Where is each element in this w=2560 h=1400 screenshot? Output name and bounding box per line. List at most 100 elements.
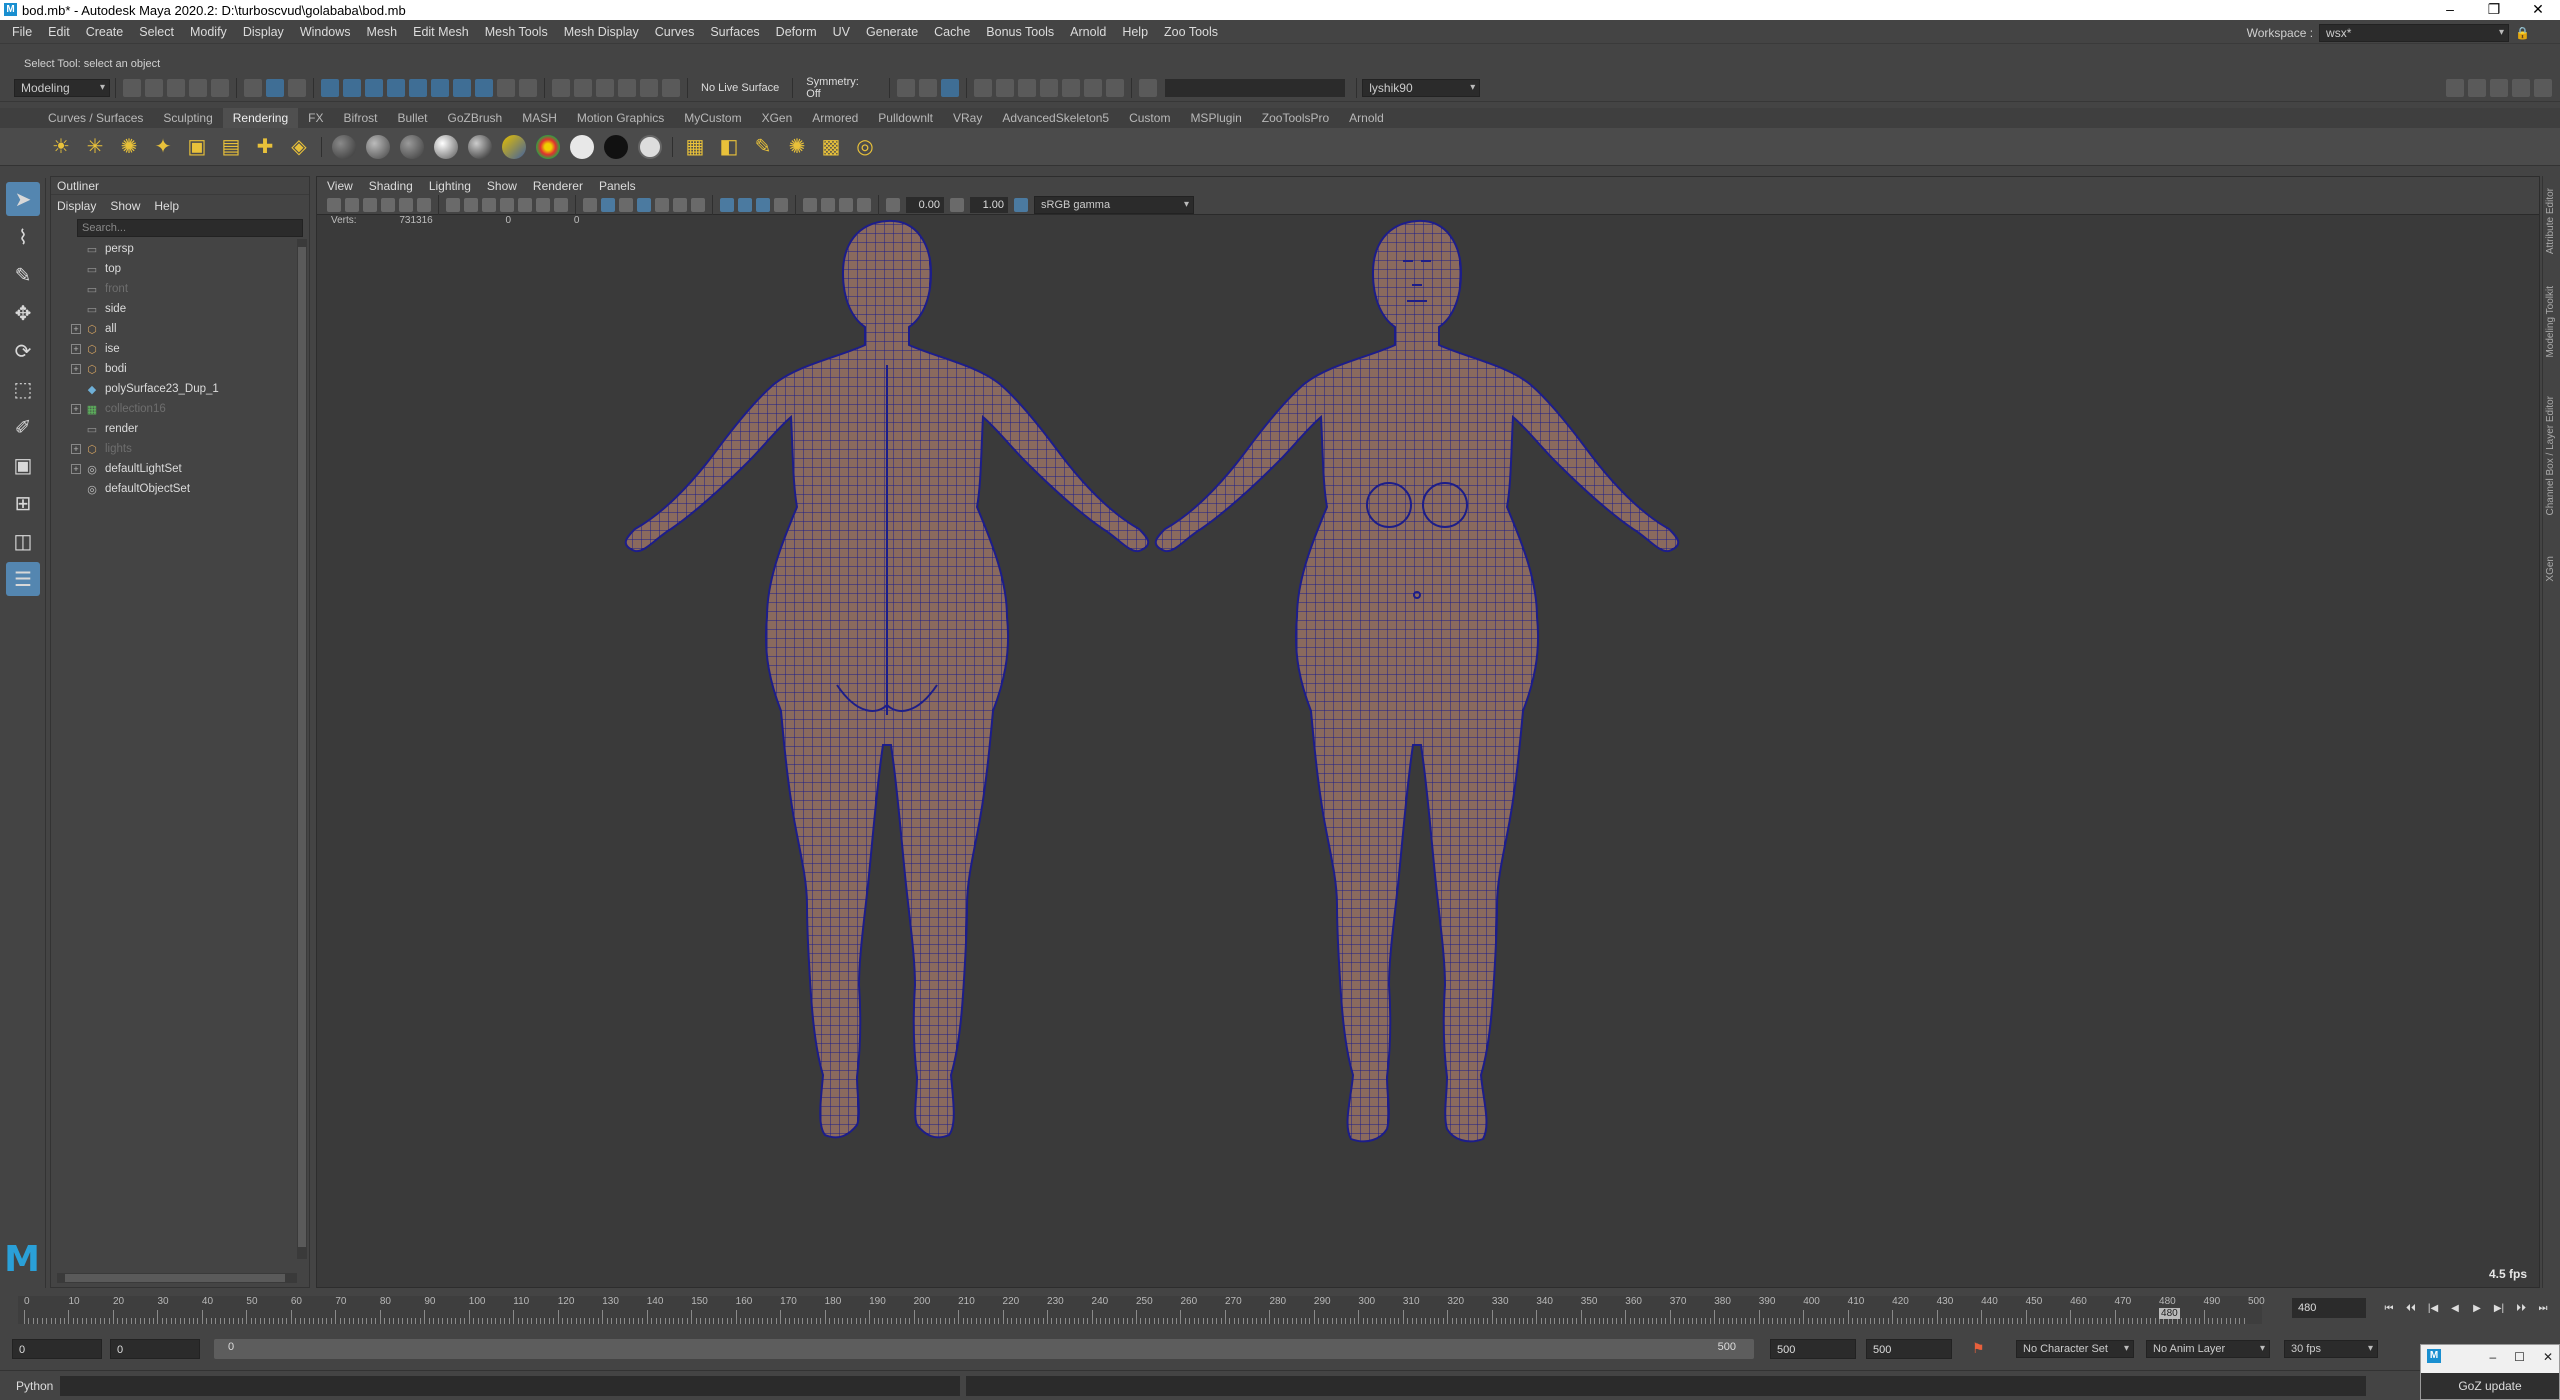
step-forward-key-button[interactable]: ⏵⏵ — [2510, 1298, 2532, 1320]
command-language-toggle[interactable]: Python — [16, 1379, 53, 1393]
shelf-tab-bullet[interactable]: Bullet — [387, 108, 437, 128]
menu-cache[interactable]: Cache — [926, 20, 978, 44]
anim-layer-dropdown[interactable]: No Anim Layer — [2146, 1340, 2270, 1358]
target-icon[interactable]: ◎ — [851, 133, 879, 161]
maximize-button[interactable]: ❐ — [2472, 0, 2516, 20]
menu-file[interactable]: File — [4, 20, 40, 44]
select-object-icon[interactable] — [266, 78, 284, 97]
menu-bonus-tools[interactable]: Bonus Tools — [978, 20, 1062, 44]
playback-start-field[interactable]: 0 — [110, 1339, 200, 1359]
mesh-light-icon[interactable]: ▤ — [217, 133, 245, 161]
grease-pencil-icon[interactable] — [417, 197, 431, 212]
gamma-icon[interactable] — [950, 197, 964, 212]
time-slider-track[interactable]: 0 10 20 30 40 50 60 70 80 90 100 110 120 130 140 150 160… — [18, 1296, 2265, 1324]
snap-point-icon[interactable] — [596, 78, 614, 97]
shadows-icon[interactable] — [691, 197, 705, 212]
outliner-horizontal-scrollbar[interactable] — [57, 1273, 297, 1283]
outliner-item-persp[interactable]: ▭ persp — [51, 239, 309, 259]
live-surface-label[interactable]: No Live Surface — [701, 82, 779, 94]
render-view-icon[interactable] — [941, 78, 960, 97]
current-frame-field[interactable]: 480 — [2292, 1298, 2366, 1318]
scene-start-field[interactable]: 0 — [12, 1339, 102, 1359]
safe-action-icon[interactable] — [536, 197, 550, 212]
shelf-tab-fx[interactable]: FX — [298, 108, 333, 128]
step-forward-frame-button[interactable]: ▶| — [2488, 1298, 2510, 1320]
camera-select-icon[interactable] — [327, 197, 341, 212]
screen-space-ao-icon[interactable] — [720, 197, 734, 212]
mask-handles-icon[interactable] — [321, 78, 339, 97]
menu-edit[interactable]: Edit — [40, 20, 78, 44]
shelf-tab-advancedskeleton5[interactable]: AdvancedSkeleton5 — [992, 108, 1119, 128]
go-to-end-button[interactable]: ⏭ — [2532, 1298, 2554, 1320]
arnold-render-icon[interactable] — [1062, 78, 1081, 97]
highlight-selection-icon[interactable] — [519, 78, 537, 97]
menu-windows[interactable]: Windows — [292, 20, 359, 44]
snap-curve-icon[interactable] — [574, 78, 592, 97]
channel-box-tab[interactable]: Channel Box / Layer Editor — [2545, 396, 2556, 516]
expand-toggle-icon[interactable]: + — [71, 444, 81, 454]
dof-icon[interactable] — [774, 197, 788, 212]
render-icon[interactable]: ▦ — [681, 133, 709, 161]
close-button[interactable]: ✕ — [2516, 0, 2560, 20]
input-line-field[interactable] — [1165, 78, 1346, 97]
point-light-icon[interactable]: ✺ — [115, 133, 143, 161]
light-editor-icon[interactable]: ✺ — [783, 133, 811, 161]
exposure-field[interactable]: 0.00 — [906, 196, 944, 213]
menu-deform[interactable]: Deform — [768, 20, 825, 44]
goz-minimize-button[interactable]: – — [2489, 1350, 2496, 1364]
shelf-tab-curves-surfaces[interactable]: Curves / Surfaces — [38, 108, 153, 128]
viewport-menu-shading[interactable]: Shading — [369, 179, 413, 193]
outliner-item-polysurface23-dup-1[interactable]: ◆ polySurface23_Dup_1 — [51, 379, 309, 399]
color-wheel-icon[interactable] — [536, 134, 560, 159]
default-material-icon[interactable] — [619, 197, 633, 212]
outliner-item-top[interactable]: ▭ top — [51, 259, 309, 279]
multisample-aa-icon[interactable] — [756, 197, 770, 212]
menu-curves[interactable]: Curves — [647, 20, 703, 44]
mask-curves-icon[interactable] — [365, 78, 383, 97]
shelf-tab-vray[interactable]: VRay — [943, 108, 992, 128]
film-gate-icon[interactable] — [464, 197, 478, 212]
render-settings-icon[interactable] — [1018, 78, 1037, 97]
rotate-tool-icon[interactable]: ⟳ — [6, 334, 40, 368]
menu-set-dropdown[interactable]: Modeling — [14, 78, 110, 97]
playback-end-field[interactable]: 500 — [1770, 1339, 1856, 1359]
shelf-tab-pulldownlt[interactable]: Pulldownlt — [868, 108, 943, 128]
play-backwards-button[interactable]: ◀ — [2444, 1298, 2466, 1320]
scale-tool-icon[interactable]: ⬚ — [6, 372, 40, 406]
viewport-canvas[interactable]: Verts: 731316 0 0 4.5 fps — [317, 215, 2539, 1287]
menu-mesh-tools[interactable]: Mesh Tools — [477, 20, 556, 44]
input-line-icon[interactable] — [1139, 78, 1158, 97]
snap-live-icon[interactable] — [640, 78, 658, 97]
tool-settings-icon[interactable] — [2512, 78, 2530, 97]
outliner-menu-help[interactable]: Help — [154, 199, 179, 213]
view-transform-dropdown[interactable]: sRGB gamma — [1034, 195, 1194, 214]
menu-mesh[interactable]: Mesh — [359, 20, 406, 44]
outliner-item-defaultlightset[interactable]: + ◎ defaultLightSet — [51, 459, 309, 479]
phong-material-icon[interactable] — [400, 134, 424, 159]
bookmark-icon[interactable] — [363, 197, 377, 212]
safe-title-icon[interactable] — [554, 197, 568, 212]
gamma-field[interactable]: 1.00 — [970, 196, 1008, 213]
outliner-vertical-scrollbar[interactable] — [297, 239, 307, 1259]
shelf-tab-motion-graphics[interactable]: Motion Graphics — [567, 108, 674, 128]
shelf-tab-msplugin[interactable]: MSPlugin — [1180, 108, 1251, 128]
menu-zoo-tools[interactable]: Zoo Tools — [1156, 20, 1226, 44]
smooth-shade-icon[interactable] — [601, 197, 615, 212]
goz-close-button[interactable]: ✕ — [2543, 1350, 2553, 1364]
outliner-menu-display[interactable]: Display — [57, 199, 96, 213]
outliner-menu-show[interactable]: Show — [110, 199, 140, 213]
photometric-light-icon[interactable]: ✚ — [251, 133, 279, 161]
menu-edit-mesh[interactable]: Edit Mesh — [405, 20, 477, 44]
outliner-item-ise[interactable]: + ⬡ ise — [51, 339, 309, 359]
gate-mask-icon[interactable] — [500, 197, 514, 212]
lock-selection-icon[interactable] — [497, 78, 515, 97]
lock-icon[interactable]: 🔒 — [2515, 26, 2530, 40]
last-tool-icon[interactable]: ✐ — [6, 410, 40, 444]
outliner-item-collection16[interactable]: + ▦ collection16 — [51, 399, 309, 419]
black-material-icon[interactable] — [604, 134, 628, 159]
xgen-tab[interactable]: XGen — [2545, 556, 2556, 582]
mask-render-icon[interactable] — [453, 78, 471, 97]
channel-box-icon[interactable] — [2468, 78, 2486, 97]
outliner-item-front[interactable]: ▭ front — [51, 279, 309, 299]
four-view-icon[interactable]: ⊞ — [6, 486, 40, 520]
